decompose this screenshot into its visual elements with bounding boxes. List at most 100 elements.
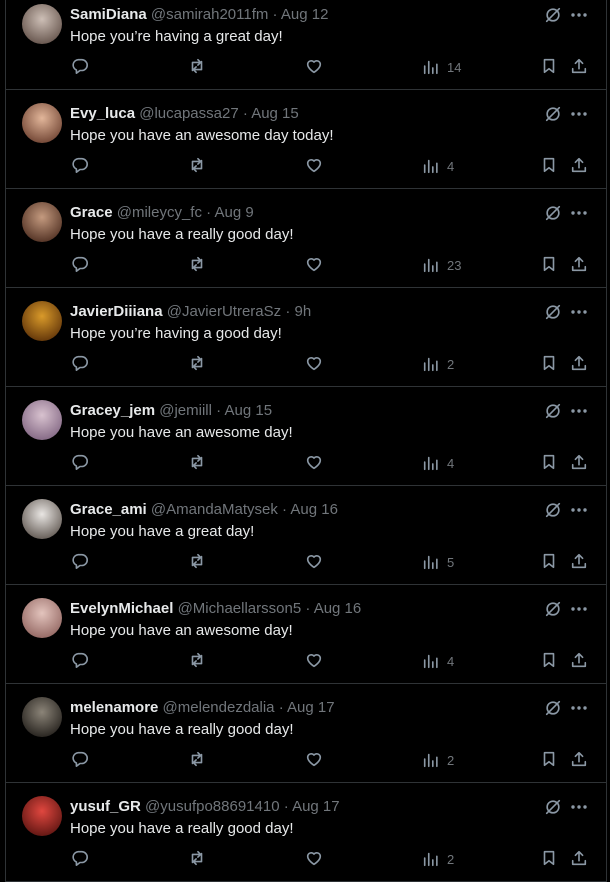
avatar[interactable] [22, 697, 62, 737]
grok-icon[interactable] [544, 303, 562, 321]
bookmark-icon[interactable] [540, 750, 558, 770]
share-icon[interactable] [570, 552, 588, 572]
share-icon[interactable] [570, 57, 588, 77]
grok-icon[interactable] [544, 105, 562, 123]
repost-icon[interactable] [188, 651, 206, 671]
like-icon[interactable] [305, 849, 323, 869]
share-icon[interactable] [570, 849, 588, 869]
reply-icon[interactable] [71, 552, 89, 572]
tweet[interactable]: melenamore @melendezdalia · Aug 17 Hope … [6, 684, 606, 783]
user-handle[interactable]: @Michaellarsson5 [178, 600, 302, 617]
tweet[interactable]: EvelynMichael @Michaellarsson5 · Aug 16 … [6, 585, 606, 684]
reply-icon[interactable] [71, 453, 89, 473]
timestamp[interactable]: Aug 17 [292, 798, 340, 815]
user-handle[interactable]: @melendezdalia [163, 699, 275, 716]
like-icon[interactable] [305, 552, 323, 572]
user-handle[interactable]: @mileycy_fc [117, 204, 202, 221]
display-name[interactable]: yusuf_GR [70, 798, 141, 815]
more-options-icon[interactable] [569, 698, 589, 718]
repost-icon[interactable] [188, 255, 206, 275]
display-name[interactable]: Evy_luca [70, 105, 135, 122]
more-options-icon[interactable] [569, 5, 589, 25]
like-icon[interactable] [305, 57, 323, 77]
display-name[interactable]: Gracey_jem [70, 402, 155, 419]
bookmark-icon[interactable] [540, 354, 558, 374]
grok-icon[interactable] [544, 402, 562, 420]
bookmark-icon[interactable] [540, 552, 558, 572]
like-icon[interactable] [305, 750, 323, 770]
views-icon[interactable]: 2 [422, 354, 454, 374]
share-icon[interactable] [570, 651, 588, 671]
more-options-icon[interactable] [569, 302, 589, 322]
timestamp[interactable]: 9h [295, 303, 312, 320]
timestamp[interactable]: Aug 15 [225, 402, 273, 419]
avatar[interactable] [22, 301, 62, 341]
repost-icon[interactable] [188, 57, 206, 77]
avatar[interactable] [22, 598, 62, 638]
repost-icon[interactable] [188, 156, 206, 176]
timestamp[interactable]: Aug 12 [281, 6, 329, 23]
like-icon[interactable] [305, 255, 323, 275]
avatar[interactable] [22, 4, 62, 44]
views-icon[interactable]: 5 [422, 552, 454, 572]
tweet[interactable]: Grace @mileycy_fc · Aug 9 Hope you have … [6, 189, 606, 288]
reply-icon[interactable] [71, 57, 89, 77]
display-name[interactable]: Grace [70, 204, 113, 221]
tweet[interactable]: Gracey_jem @jemiill · Aug 15 Hope you ha… [6, 387, 606, 486]
user-handle[interactable]: @samirah2011fm [151, 6, 269, 23]
avatar[interactable] [22, 400, 62, 440]
more-options-icon[interactable] [569, 203, 589, 223]
views-icon[interactable]: 4 [422, 651, 454, 671]
views-icon[interactable]: 4 [422, 453, 454, 473]
grok-icon[interactable] [544, 6, 562, 24]
reply-icon[interactable] [71, 651, 89, 671]
reply-icon[interactable] [71, 354, 89, 374]
share-icon[interactable] [570, 453, 588, 473]
display-name[interactable]: SamiDiana [70, 6, 147, 23]
reply-icon[interactable] [71, 255, 89, 275]
like-icon[interactable] [305, 156, 323, 176]
share-icon[interactable] [570, 255, 588, 275]
user-handle[interactable]: @yusufpo88691410 [145, 798, 280, 815]
avatar[interactable] [22, 202, 62, 242]
tweet[interactable]: JavierDiiiana @JavierUtreraSz · 9h Hope … [6, 288, 606, 387]
repost-icon[interactable] [188, 750, 206, 770]
reply-icon[interactable] [71, 156, 89, 176]
reply-icon[interactable] [71, 750, 89, 770]
bookmark-icon[interactable] [540, 453, 558, 473]
more-options-icon[interactable] [569, 401, 589, 421]
tweet[interactable]: Grace_ami @AmandaMatysek · Aug 16 Hope y… [6, 486, 606, 585]
user-handle[interactable]: @jemiill [159, 402, 212, 419]
tweet[interactable]: SamiDiana @samirah2011fm · Aug 12 Hope y… [6, 0, 606, 90]
views-icon[interactable]: 14 [422, 57, 461, 77]
user-handle[interactable]: @lucapassa27 [139, 105, 238, 122]
avatar[interactable] [22, 796, 62, 836]
repost-icon[interactable] [188, 849, 206, 869]
tweet[interactable]: yusuf_GR @yusufpo88691410 · Aug 17 Hope … [6, 783, 606, 882]
more-options-icon[interactable] [569, 104, 589, 124]
more-options-icon[interactable] [569, 500, 589, 520]
timestamp[interactable]: Aug 15 [251, 105, 299, 122]
repost-icon[interactable] [188, 552, 206, 572]
more-options-icon[interactable] [569, 797, 589, 817]
tweet[interactable]: Evy_luca @lucapassa27 · Aug 15 Hope you … [6, 90, 606, 189]
display-name[interactable]: melenamore [70, 699, 158, 716]
grok-icon[interactable] [544, 798, 562, 816]
display-name[interactable]: EvelynMichael [70, 600, 173, 617]
bookmark-icon[interactable] [540, 849, 558, 869]
bookmark-icon[interactable] [540, 57, 558, 77]
reply-icon[interactable] [71, 849, 89, 869]
views-icon[interactable]: 2 [422, 849, 454, 869]
repost-icon[interactable] [188, 354, 206, 374]
user-handle[interactable]: @JavierUtreraSz [167, 303, 281, 320]
bookmark-icon[interactable] [540, 156, 558, 176]
bookmark-icon[interactable] [540, 255, 558, 275]
share-icon[interactable] [570, 354, 588, 374]
timestamp[interactable]: Aug 17 [287, 699, 335, 716]
like-icon[interactable] [305, 651, 323, 671]
like-icon[interactable] [305, 453, 323, 473]
like-icon[interactable] [305, 354, 323, 374]
views-icon[interactable]: 23 [422, 255, 461, 275]
bookmark-icon[interactable] [540, 651, 558, 671]
user-handle[interactable]: @AmandaMatysek [151, 501, 278, 518]
